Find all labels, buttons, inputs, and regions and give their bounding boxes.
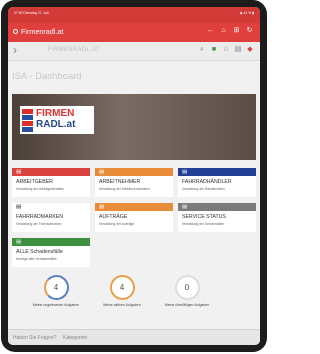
status-battery: ◉ 41 % ▮ xyxy=(239,11,254,15)
search-icon[interactable]: ⌕ xyxy=(196,46,208,54)
counter-label: Meine überfälligen Aufgaben xyxy=(164,303,210,307)
tile-header: ▤ xyxy=(12,168,90,176)
app-title: Firmenradl.at xyxy=(21,27,64,36)
document-icon: ▤ xyxy=(99,169,105,175)
app-logo-icon[interactable]: ◆ xyxy=(244,45,256,53)
status-bar: 07:50 Dienstag 27. Juli ◉ 41 % ▮ xyxy=(8,7,260,23)
star-icon[interactable]: ☆ xyxy=(220,45,232,53)
hero-banner: FIRMEN RADL.at xyxy=(12,94,256,160)
document-icon: ▤ xyxy=(182,204,188,210)
chevron-right-icon[interactable]: › xyxy=(13,43,17,57)
home-icon[interactable]: ⌂ xyxy=(217,27,230,34)
tile-title: ARBEITNEHMER xyxy=(99,179,141,185)
counter-ring: 0 xyxy=(174,275,200,300)
counter-ring: 4 xyxy=(109,275,135,300)
tile-subtitle: Verwaltung der Arbeitgeberdaten xyxy=(16,187,65,191)
screen: 07:50 Dienstag 27. Juli ◉ 41 % ▮ Firmenr… xyxy=(8,7,260,345)
app-bar: Firmenradl.at ← ⌂ ⊞ ↻ xyxy=(8,23,260,42)
tile-fahrradmarken[interactable]: ▤ FAHRRADMARKEN Verwaltung der Fahrradmark… xyxy=(12,203,90,232)
task-counter[interactable]: 4 Meine ungelesenen Aufgaben xyxy=(26,275,86,308)
back-arrow-icon[interactable]: ← xyxy=(204,27,217,34)
tile-subtitle: Verwaltung der Fahrradmarken xyxy=(16,222,62,226)
counter-ring: 4 xyxy=(43,275,69,300)
tile-arbeitnehmer[interactable]: ▤ ARBEITNEHMER Verwaltung der Arbeitnehmer… xyxy=(95,168,173,197)
tile-fahrradhändler[interactable]: ▤ FAHRRADHÄNDLER Verwaltung der Händlerdat… xyxy=(178,168,256,197)
page-title: ISA - Dashboard xyxy=(12,71,82,82)
reader-icon[interactable]: ▤ xyxy=(232,45,244,53)
tile-header: ▤ xyxy=(178,203,256,211)
tile-title: SERVICE STATUS xyxy=(182,214,226,220)
logo-mark-icon xyxy=(22,109,33,132)
nav-icons: ⌕ ■ ☆ ▤ ◆ xyxy=(196,45,256,54)
firmenradl-logo: FIRMEN RADL.at xyxy=(20,106,94,134)
tile-title: AUFTRÄGE xyxy=(99,214,128,220)
logo-line-1: FIRMEN xyxy=(36,108,75,119)
tile-title: ALLE Schadensfälle xyxy=(16,249,63,255)
app-actions: ← ⌂ ⊞ ↻ xyxy=(204,26,256,34)
tile-arbeitgeber[interactable]: ▤ ARBEITGEBER Verwaltung der Arbeitgeberda… xyxy=(12,168,90,197)
tile-service-status[interactable]: ▤ SERVICE STATUS Verwaltung der Servicedat… xyxy=(178,203,256,232)
tile-subtitle: Verwaltung der Händlerdaten xyxy=(182,187,225,191)
tile-title: ARBEITGEBER xyxy=(16,179,53,185)
questions-link[interactable]: Haben Sie Fragen? xyxy=(13,335,56,341)
tile-title: FAHRRADHÄNDLER xyxy=(182,179,232,185)
tile-alle-schadensfälle[interactable]: ▤ ALLE Schadensfälle Anzeige aller Schaden… xyxy=(12,238,90,267)
tile-header: ▤ xyxy=(12,238,90,246)
tile-header: ▤ xyxy=(95,168,173,176)
browser-nav-bar: › FIRMENRADL.AT ⌕ ■ ☆ ▤ ◆ xyxy=(8,42,260,61)
tile-aufträge[interactable]: ▤ AUFTRÄGE Verwaltung der Aufträge xyxy=(95,203,173,232)
app-icon xyxy=(13,29,18,34)
document-icon: ▤ xyxy=(182,169,188,175)
status-time: 07:50 Dienstag 27. Juli xyxy=(14,11,49,15)
categories-link[interactable]: Kategorien xyxy=(63,335,87,341)
tile-subtitle: Verwaltung der Arbeitnehmerdaten xyxy=(99,187,150,191)
tile-header: ▤ xyxy=(12,203,90,211)
bottom-bar: Haben Sie Fragen? Kategorien xyxy=(8,329,260,345)
extension-icon[interactable]: ■ xyxy=(208,46,220,53)
tile-title: FAHRRADMARKEN xyxy=(16,214,63,220)
tile-subtitle: Verwaltung der Servicedaten xyxy=(182,222,225,226)
tile-subtitle: Anzeige aller Schadensfälle xyxy=(16,257,57,261)
tile-subtitle: Verwaltung der Aufträge xyxy=(99,222,135,226)
task-counter[interactable]: 4 Meine aktiven Aufgaben xyxy=(92,275,152,308)
counter-label: Meine ungelesenen Aufgaben xyxy=(32,303,80,307)
document-icon: ▤ xyxy=(16,204,22,210)
tablet-frame: 07:50 Dienstag 27. Juli ◉ 41 % ▮ Firmenr… xyxy=(1,0,267,352)
tile-header: ▤ xyxy=(178,168,256,176)
document-icon: ▤ xyxy=(99,204,105,210)
document-icon: ▤ xyxy=(16,169,22,175)
refresh-icon[interactable]: ↻ xyxy=(243,26,256,34)
counter-label: Meine aktiven Aufgaben xyxy=(103,303,141,307)
tile-header: ▤ xyxy=(95,203,173,211)
task-counter[interactable]: 0 Meine überfälligen Aufgaben xyxy=(157,275,217,308)
logo-line-2: RADL.at xyxy=(36,119,76,130)
url-field[interactable]: FIRMENRADL.AT xyxy=(48,47,100,53)
document-icon: ▤ xyxy=(16,239,22,245)
grid-icon[interactable]: ⊞ xyxy=(230,26,243,34)
